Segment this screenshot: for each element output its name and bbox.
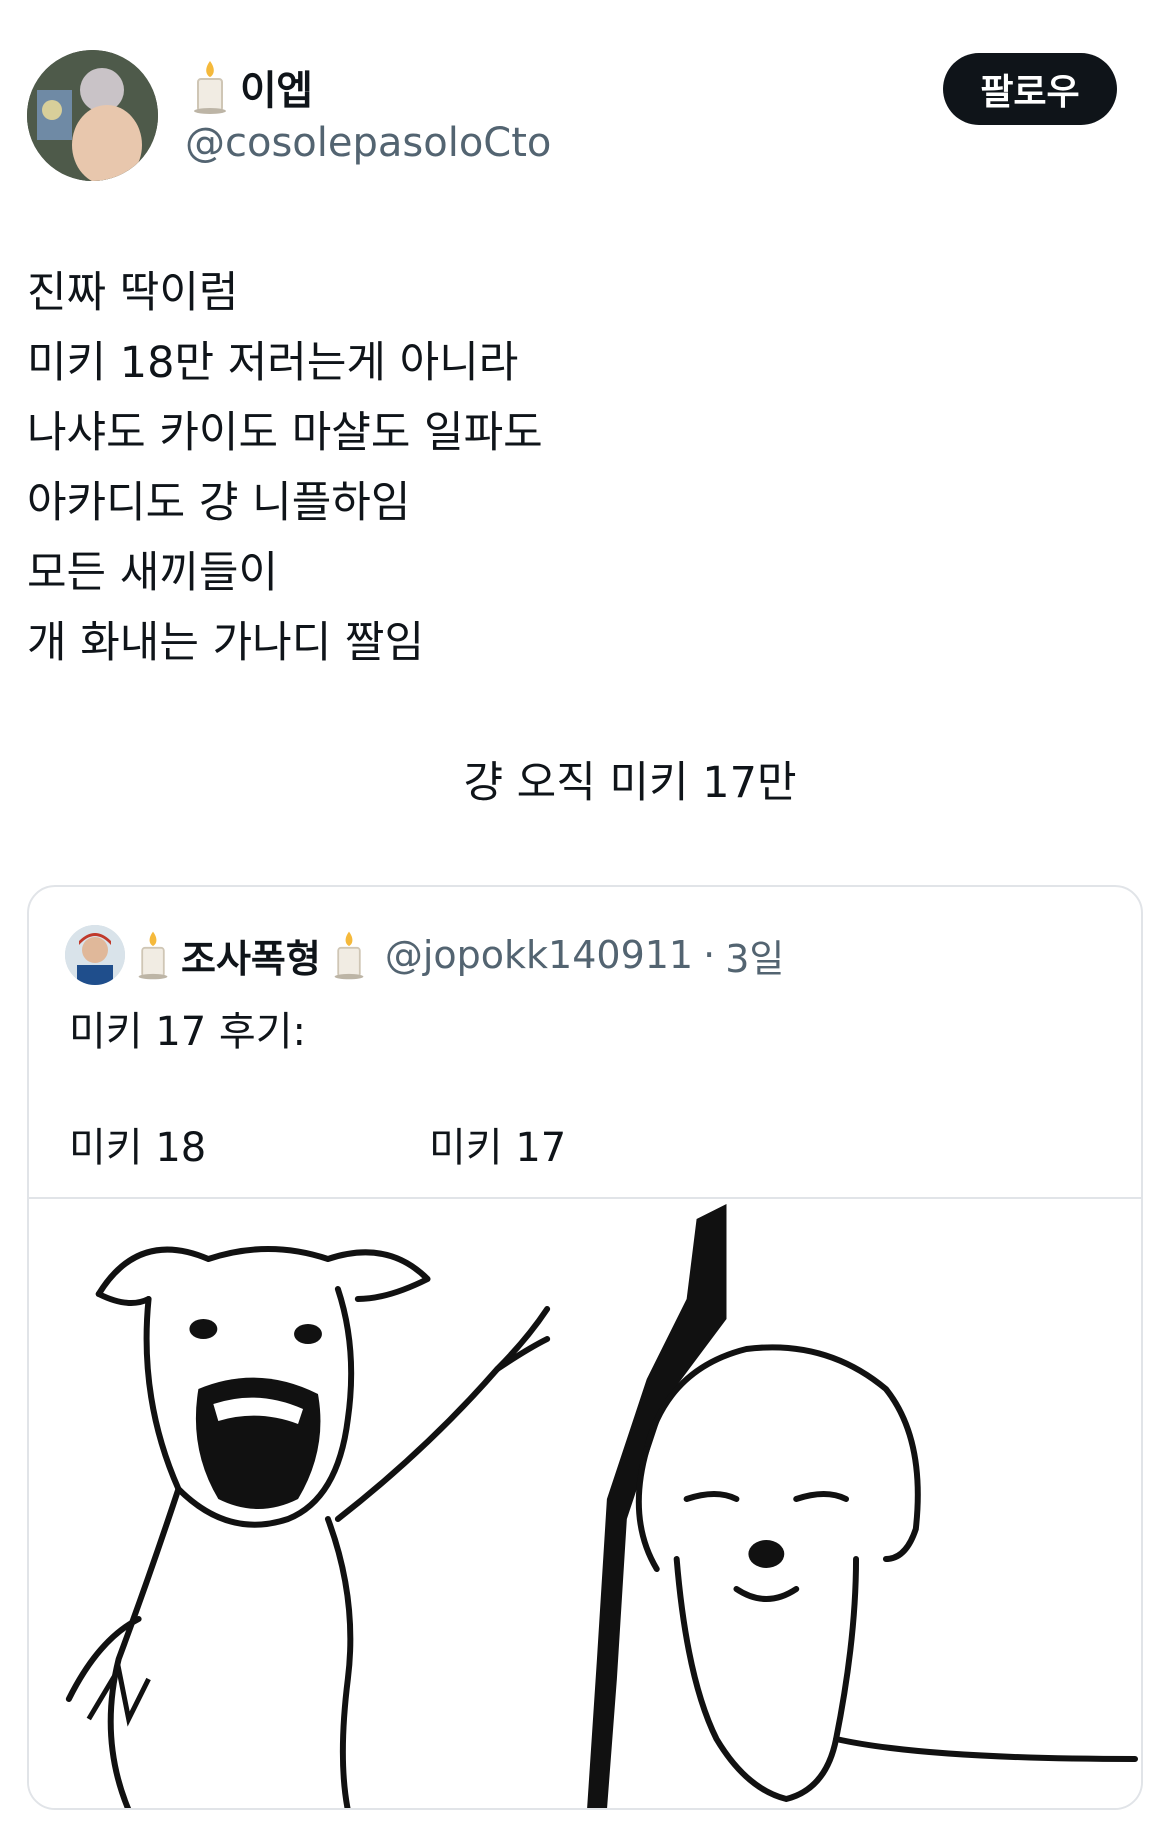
- quote-meme-image[interactable]: [29, 1199, 1141, 1808]
- quote-label-left: 미키 18: [69, 1125, 207, 1171]
- follow-button[interactable]: 팔로우: [943, 53, 1117, 125]
- quote-timestamp[interactable]: 3일: [725, 928, 784, 983]
- candle-icon: [331, 929, 367, 981]
- tweet-line: 아카디도 걍 니플하임: [27, 478, 411, 528]
- candle-icon: [190, 59, 230, 115]
- quote-tweet-card[interactable]: 조사폭형 @jopokk140911 · 3일 미키 17 후기: 미키 18 …: [27, 885, 1143, 1810]
- tweet-line: 나샤도 카이도 마샬도 일파도: [27, 408, 543, 458]
- candle-icon: [135, 929, 171, 981]
- tweet-text: 진짜 딱이럼 미키 18만 저러는게 아니라 나샤도 카이도 마샬도 일파도 아…: [27, 258, 543, 678]
- tweet-line: 모든 새끼들이: [27, 548, 279, 598]
- quote-header: 조사폭형 @jopokk140911 · 3일: [65, 925, 784, 985]
- tweet-centered-line: 걍 오직 미키 17만: [463, 758, 797, 808]
- author-display-name[interactable]: 이엡: [240, 58, 313, 116]
- quote-display-name[interactable]: 조사폭형: [181, 928, 321, 983]
- tweet-line: 미키 18만 저러는게 아니라: [27, 338, 519, 388]
- quote-label-right: 미키 17: [429, 1125, 567, 1171]
- author-avatar[interactable]: [27, 50, 158, 181]
- quote-handle[interactable]: @jopokk140911: [385, 933, 693, 977]
- tweet-line: 진짜 딱이럼: [27, 268, 239, 318]
- quote-avatar[interactable]: [65, 925, 125, 985]
- tweet-line: 개 화내는 가나디 짤임: [27, 618, 425, 668]
- author-name-row: 이엡: [190, 58, 313, 116]
- quote-separator: ·: [703, 933, 716, 977]
- author-handle[interactable]: @cosolepasoloCto: [185, 120, 551, 166]
- quote-text: 미키 17 후기:: [69, 1009, 307, 1055]
